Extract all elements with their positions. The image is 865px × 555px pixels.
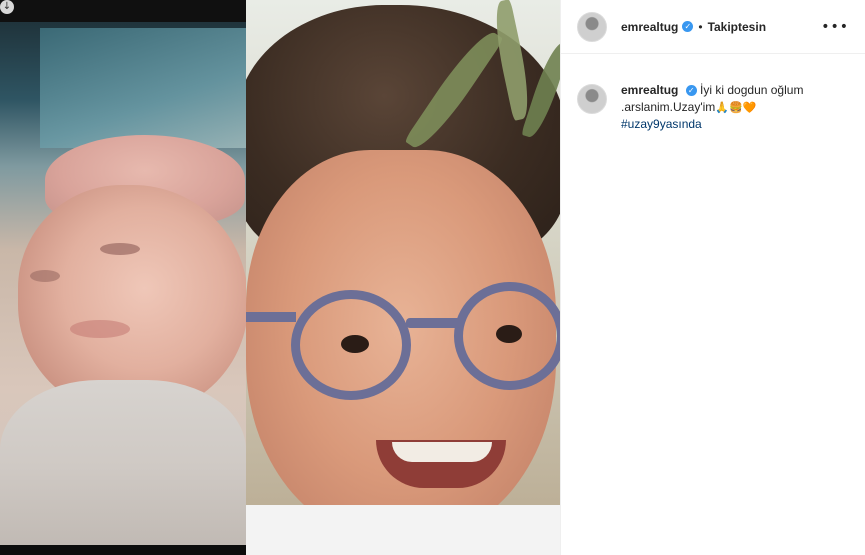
- more-options-icon[interactable]: •••: [821, 19, 849, 35]
- caption-comment: emrealtug ✓ İyi ki dogdun oğlum .arslani…: [561, 54, 865, 133]
- avatar[interactable]: [577, 84, 607, 114]
- verified-icon: ✓: [685, 85, 697, 97]
- post-header: emrealtug ✓ • Takiptesin •••: [561, 0, 865, 54]
- avatar[interactable]: [577, 11, 607, 42]
- caption-text-line2: .arslanim.Uzay'im: [621, 100, 716, 114]
- verified-icon: ✓: [682, 21, 694, 32]
- baby-photo: ↓: [0, 0, 246, 555]
- caption-body: emrealtug ✓ İyi ki dogdun oğlum .arslani…: [621, 82, 803, 133]
- username-link[interactable]: emrealtug: [621, 20, 678, 34]
- follow-status-button[interactable]: Takiptesin: [708, 20, 766, 34]
- separator-dot: •: [698, 19, 703, 34]
- download-icon[interactable]: ↓: [0, 0, 14, 14]
- caption-username-link[interactable]: emrealtug: [621, 83, 678, 97]
- child-photo: [246, 0, 560, 555]
- post-sidebar: emrealtug ✓ • Takiptesin ••• emrealtug ✓…: [560, 0, 865, 555]
- caption-emojis: 🙏🍔🧡: [715, 101, 757, 114]
- post-media[interactable]: ↓: [0, 0, 560, 555]
- hashtag-link[interactable]: #uzay9yasında: [621, 117, 702, 131]
- caption-text-line1: İyi ki dogdun oğlum: [700, 83, 804, 97]
